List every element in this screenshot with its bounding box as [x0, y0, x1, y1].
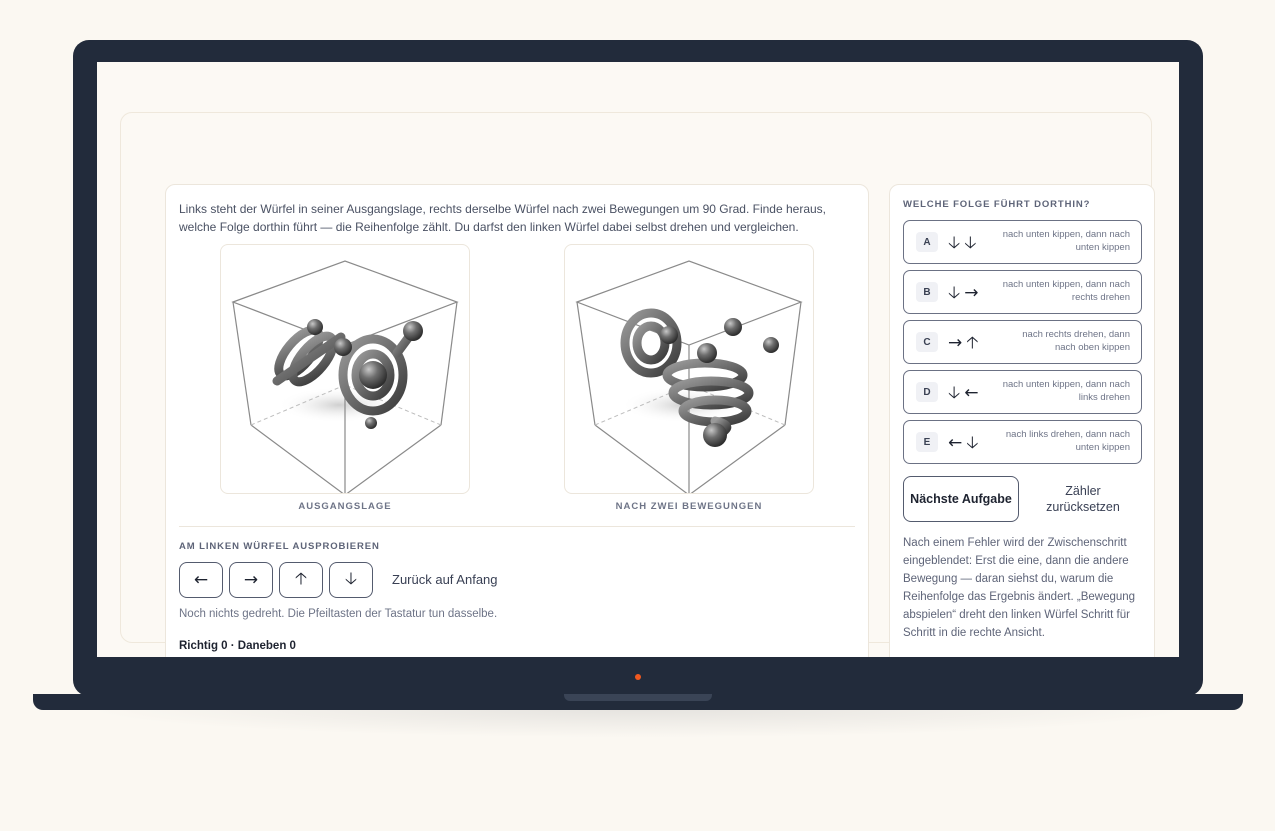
rotation-hint: Noch nichts gedreht. Die Pfeiltasten der… — [179, 608, 498, 620]
reset-counter-button[interactable]: Zähler zurücksetzen — [1029, 476, 1137, 522]
target-cube-caption: NACH ZWEI BEWEGUNGEN — [615, 501, 763, 512]
option-description: nach unten kippen, dann nach links drehe… — [1002, 379, 1130, 403]
target-cube-graphic — [575, 260, 803, 493]
option-description: nach links drehen, dann nach unten kippe… — [1005, 429, 1130, 453]
divider — [179, 526, 855, 527]
score-counter: Richtig 0 · Daneben 0 — [179, 640, 296, 652]
target-cube-view — [564, 244, 814, 494]
rotate-right-button[interactable]: → — [229, 562, 273, 598]
tilt-down-button[interactable]: 🡣 — [329, 562, 373, 598]
start-cube-view[interactable] — [220, 244, 470, 494]
rotate-left-button[interactable]: ← — [179, 562, 223, 598]
option-e[interactable]: E ←🡣 nach links drehen, dann nach unten … — [903, 420, 1142, 464]
app-frame: Links steht der Würfel in seiner Ausgang… — [120, 112, 1155, 657]
next-task-button[interactable]: Nächste Aufgabe — [903, 476, 1019, 522]
option-description: nach rechts drehen, dann nach oben kippe… — [1022, 329, 1130, 353]
option-letter: D — [916, 382, 938, 402]
option-d[interactable]: D 🡣← nach unten kippen, dann nach links … — [903, 370, 1142, 414]
answer-card: WELCHE FOLGE FÜHRT DORTHIN? A 🡣🡣 nach un… — [889, 184, 1155, 657]
option-letter: A — [916, 232, 938, 252]
puzzle-card: Links steht der Würfel in seiner Ausgang… — [165, 184, 869, 657]
start-cube-graphic — [231, 260, 459, 493]
option-description: nach unten kippen, dann nach unten kippe… — [1002, 229, 1130, 253]
arrow-down-icon: 🡣 — [344, 568, 358, 589]
option-arrows: →🡡 — [948, 333, 983, 353]
explanation-note: Nach einem Fehler wird der Zwischenschri… — [903, 537, 1136, 639]
option-a[interactable]: A 🡣🡣 nach unten kippen, dann nach unten … — [903, 220, 1142, 264]
option-letter: C — [916, 332, 938, 352]
option-arrows: ←🡣 — [948, 433, 983, 453]
try-section-label: AM LINKEN WÜRFEL AUSPROBIEREN — [179, 541, 380, 552]
laptop-screen: Links steht der Würfel in seiner Ausgang… — [97, 62, 1179, 657]
option-arrows: 🡣🡣 — [948, 233, 981, 253]
laptop-notch — [564, 694, 712, 701]
option-arrows: 🡣→ — [948, 283, 983, 303]
arrow-left-icon: ← — [193, 570, 209, 590]
question-label: WELCHE FOLGE FÜHRT DORTHIN? — [903, 199, 1091, 210]
arrow-right-icon: → — [243, 570, 259, 590]
reset-to-start-button[interactable]: Zurück auf Anfang — [392, 572, 498, 587]
option-letter: E — [916, 432, 938, 452]
camera-led — [635, 674, 641, 680]
intro-text: Links steht der Würfel in seiner Ausgang… — [179, 202, 827, 234]
start-cube-caption: AUSGANGSLAGE — [298, 501, 392, 512]
option-arrows: 🡣← — [948, 383, 983, 403]
option-letter: B — [916, 282, 938, 302]
option-c[interactable]: C →🡡 nach rechts drehen, dann nach oben … — [903, 320, 1142, 364]
laptop-shadow — [80, 708, 1196, 738]
tilt-up-button[interactable]: 🡡 — [279, 562, 323, 598]
arrow-up-icon: 🡡 — [294, 568, 308, 589]
option-b[interactable]: B 🡣→ nach unten kippen, dann nach rechts… — [903, 270, 1142, 314]
option-description: nach unten kippen, dann nach rechts dreh… — [1002, 279, 1130, 303]
